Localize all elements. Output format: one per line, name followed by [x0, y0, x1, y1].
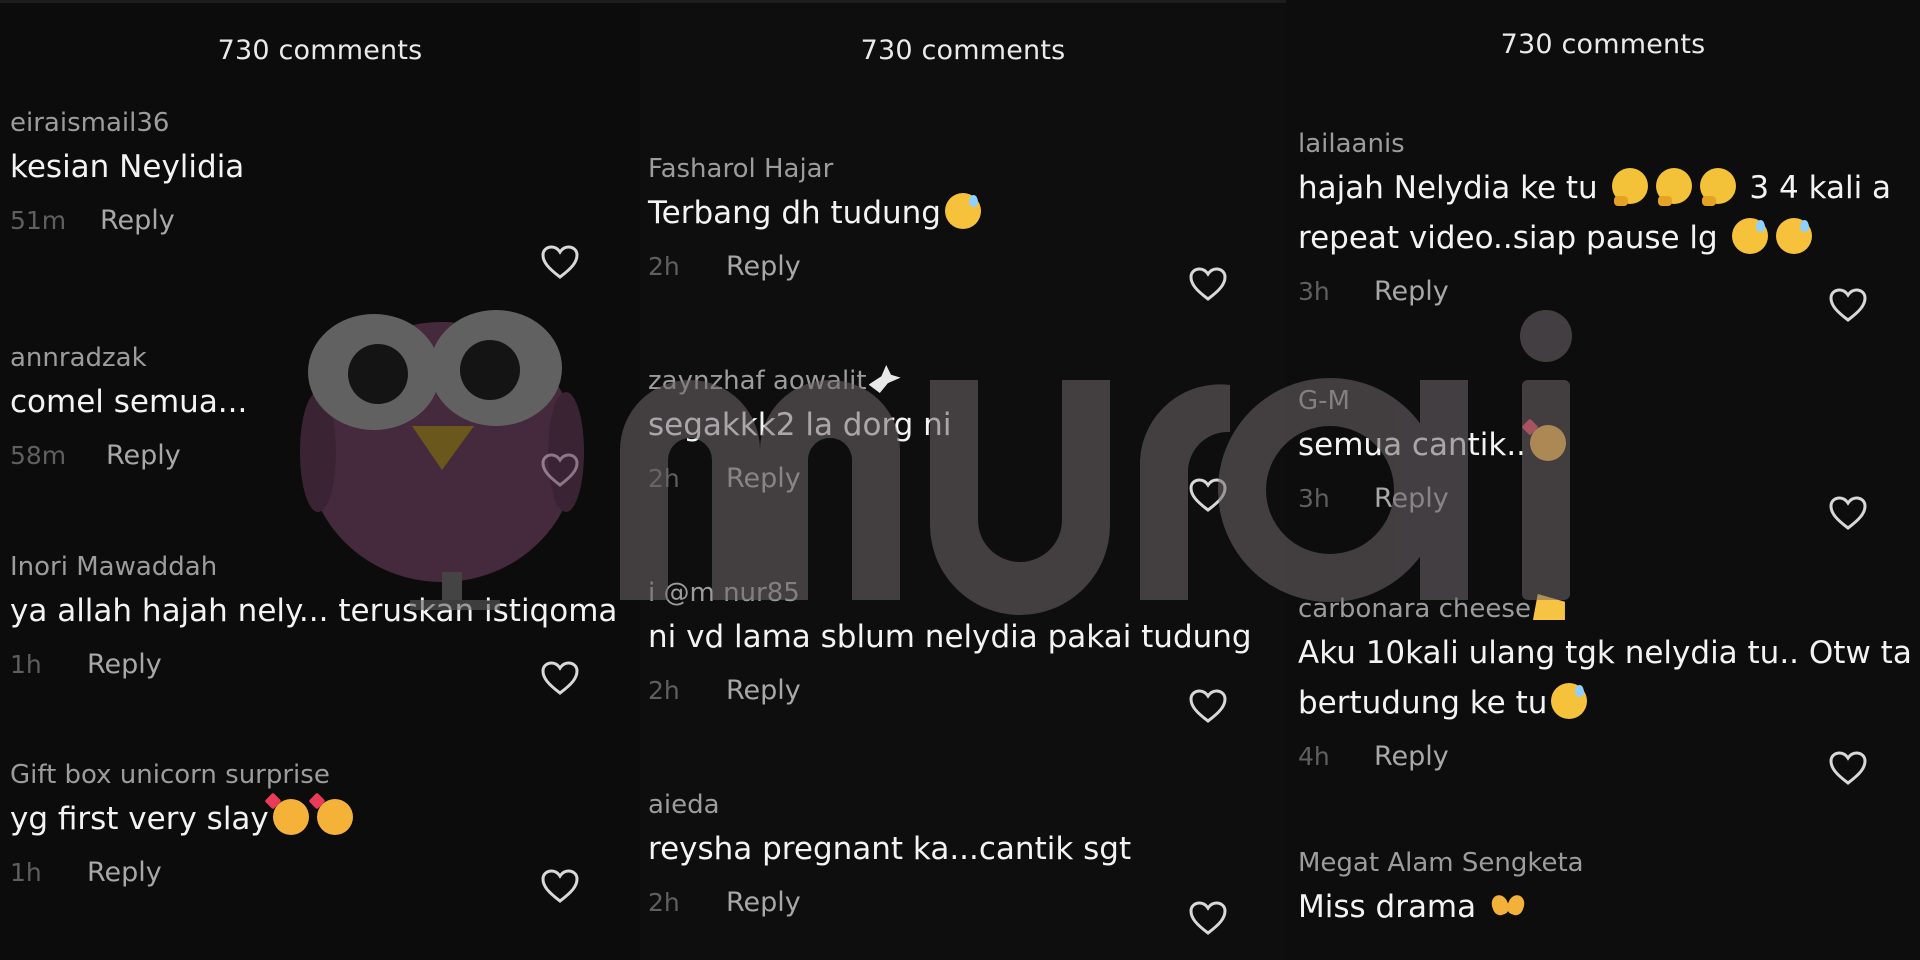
comment-text: Miss drama	[1298, 889, 1477, 925]
comment-username[interactable]: Megat Alam Sengketa	[1298, 844, 1920, 882]
comment-text: ni vd lama sblum nelydia pakai tudung	[648, 619, 1252, 655]
comment-text: hajah Nelydia ke tu	[1298, 170, 1598, 206]
comment-text: kesian Neylidia	[10, 149, 245, 185]
comment-item: G-M semua cantik.. 3h Reply	[1298, 382, 1920, 526]
comment-text: Terbang dh tudung	[648, 195, 941, 231]
like-heart-icon[interactable]	[540, 452, 580, 488]
like-heart-icon[interactable]	[540, 868, 580, 904]
heart-hands-icon	[1490, 887, 1526, 923]
comment-text-line: Terbang dh tudung	[648, 188, 1286, 238]
reply-button[interactable]: Reply	[1374, 741, 1449, 772]
comment-time: 2h	[648, 675, 680, 705]
like-heart-icon[interactable]	[540, 244, 580, 280]
comment-time: 2h	[648, 251, 680, 281]
reply-button[interactable]: Reply	[1374, 483, 1449, 514]
comment-username[interactable]: eiraismail36	[10, 104, 640, 142]
comment-time: 4h	[1298, 741, 1330, 771]
reply-button[interactable]: Reply	[726, 463, 801, 494]
comment-text: reysha pregnant ka...cantik sgt	[648, 831, 1132, 867]
thinking-face-icon	[1699, 168, 1736, 206]
comment-meta: 3h Reply	[1298, 470, 1920, 526]
like-heart-icon[interactable]	[1188, 688, 1228, 724]
like-heart-icon[interactable]	[540, 660, 580, 696]
comment-username[interactable]: lailaanis	[1298, 125, 1920, 163]
comment-text-continued: 3 4 kali a	[1749, 170, 1892, 206]
reply-button[interactable]: Reply	[100, 205, 175, 236]
grinning-sweat-icon	[1775, 218, 1812, 254]
comment-meta: 51m Reply	[10, 192, 640, 248]
comment-text-line: hajah Nelydia ke tu 3 4 kali a	[1298, 163, 1920, 213]
comments-panel-1: 730 comments eiraismail36 kesian Neylidi…	[0, 0, 640, 960]
comment-time: 51m	[10, 205, 67, 235]
comment-text-second-line: repeat video..siap pause lg	[1298, 220, 1718, 256]
comment-text-line: repeat video..siap pause lg	[1298, 213, 1920, 263]
reply-button[interactable]: Reply	[87, 857, 162, 888]
comment-time: 2h	[648, 463, 680, 493]
comment-time: 1h	[10, 857, 42, 887]
reply-button[interactable]: Reply	[106, 440, 181, 471]
reply-button[interactable]: Reply	[1374, 276, 1449, 307]
comment-username[interactable]: Inori Mawaddah	[10, 548, 640, 586]
comments-count-header: 730 comments	[217, 34, 423, 66]
comment-item: carbonara cheese Aku 10kali ulang tgk ne…	[1298, 590, 1920, 784]
comments-count-header: 730 comments	[1500, 28, 1706, 60]
comment-username[interactable]: Fasharol Hajar	[648, 150, 1286, 188]
like-heart-icon[interactable]	[1828, 495, 1868, 531]
comments-panel-2: 730 comments Fasharol Hajar Terbang dh t…	[640, 0, 1286, 960]
dove-icon	[868, 365, 901, 393]
comment-username[interactable]: annradzak	[10, 339, 640, 377]
comment-text: comel semua...	[10, 384, 248, 420]
like-heart-icon[interactable]	[1188, 900, 1228, 936]
comment-text-line: bertudung ke tu	[1298, 678, 1920, 728]
comment-username[interactable]: Gift box unicorn surprise	[10, 756, 640, 794]
comment-text: semua cantik..	[1298, 427, 1527, 463]
thinking-face-icon	[1611, 168, 1648, 206]
like-heart-icon[interactable]	[1828, 750, 1868, 786]
comment-text-line: Miss drama	[1298, 882, 1920, 932]
comment-username[interactable]: zaynzhaf aowalit	[648, 366, 867, 396]
comment-time: 58m	[10, 440, 67, 470]
comment-time: 3h	[1298, 276, 1330, 306]
cheese-icon	[1532, 594, 1565, 620]
comment-username[interactable]: i @m nur85	[648, 574, 1286, 612]
reply-button[interactable]: Reply	[726, 251, 801, 282]
comment-time: 1h	[10, 649, 42, 679]
comment-text: ya allah hajah nely... teruskan istiqoma	[10, 593, 618, 629]
comment-item: Megat Alam Sengketa Miss drama	[1298, 844, 1920, 932]
smiling-face-with-hearts-icon	[316, 799, 353, 835]
smiling-face-with-hearts-icon	[1530, 425, 1567, 461]
comments-panel-3: 730 comments lailaanis hajah Nelydia ke …	[1286, 0, 1920, 960]
like-heart-icon[interactable]	[1828, 287, 1868, 323]
comment-item: eiraismail36 kesian Neylidia 51m Reply	[10, 104, 640, 248]
comment-text: Aku 10kali ulang tgk nelydia tu.. Otw ta	[1298, 635, 1912, 671]
comment-username-line: carbonara cheese	[1298, 590, 1920, 628]
comment-text: segakkk2 la dorg ni	[648, 407, 952, 443]
comment-meta: 4h Reply	[1298, 728, 1920, 784]
comment-item: lailaanis hajah Nelydia ke tu 3 4 kali a…	[1298, 125, 1920, 319]
comment-time: 3h	[1298, 483, 1330, 513]
comments-count-header: 730 comments	[860, 34, 1066, 66]
comment-meta: 3h Reply	[1298, 263, 1920, 319]
grinning-sweat-icon	[1551, 683, 1588, 719]
grinning-sweat-icon	[1731, 218, 1768, 254]
reply-button[interactable]: Reply	[726, 887, 801, 918]
comment-username-line: zaynzhaf aowalit	[648, 362, 1286, 400]
comment-time: 2h	[648, 887, 680, 917]
reply-button[interactable]: Reply	[726, 675, 801, 706]
comment-text: yg first very slay	[10, 801, 269, 837]
comment-text-line: yg first very slay	[10, 794, 640, 844]
reply-button[interactable]: Reply	[87, 649, 162, 680]
comment-username[interactable]: carbonara cheese	[1298, 594, 1531, 624]
comment-username[interactable]: aieda	[648, 786, 1286, 824]
thinking-face-icon	[1655, 168, 1692, 206]
grinning-sweat-icon	[944, 193, 981, 229]
smiling-face-with-hearts-icon	[272, 799, 309, 835]
comment-text-line: semua cantik..	[1298, 420, 1920, 470]
like-heart-icon[interactable]	[1188, 266, 1228, 302]
like-heart-icon[interactable]	[1188, 477, 1228, 513]
comment-username[interactable]: G-M	[1298, 382, 1920, 420]
comment-text-second-line: bertudung ke tu	[1298, 685, 1548, 721]
